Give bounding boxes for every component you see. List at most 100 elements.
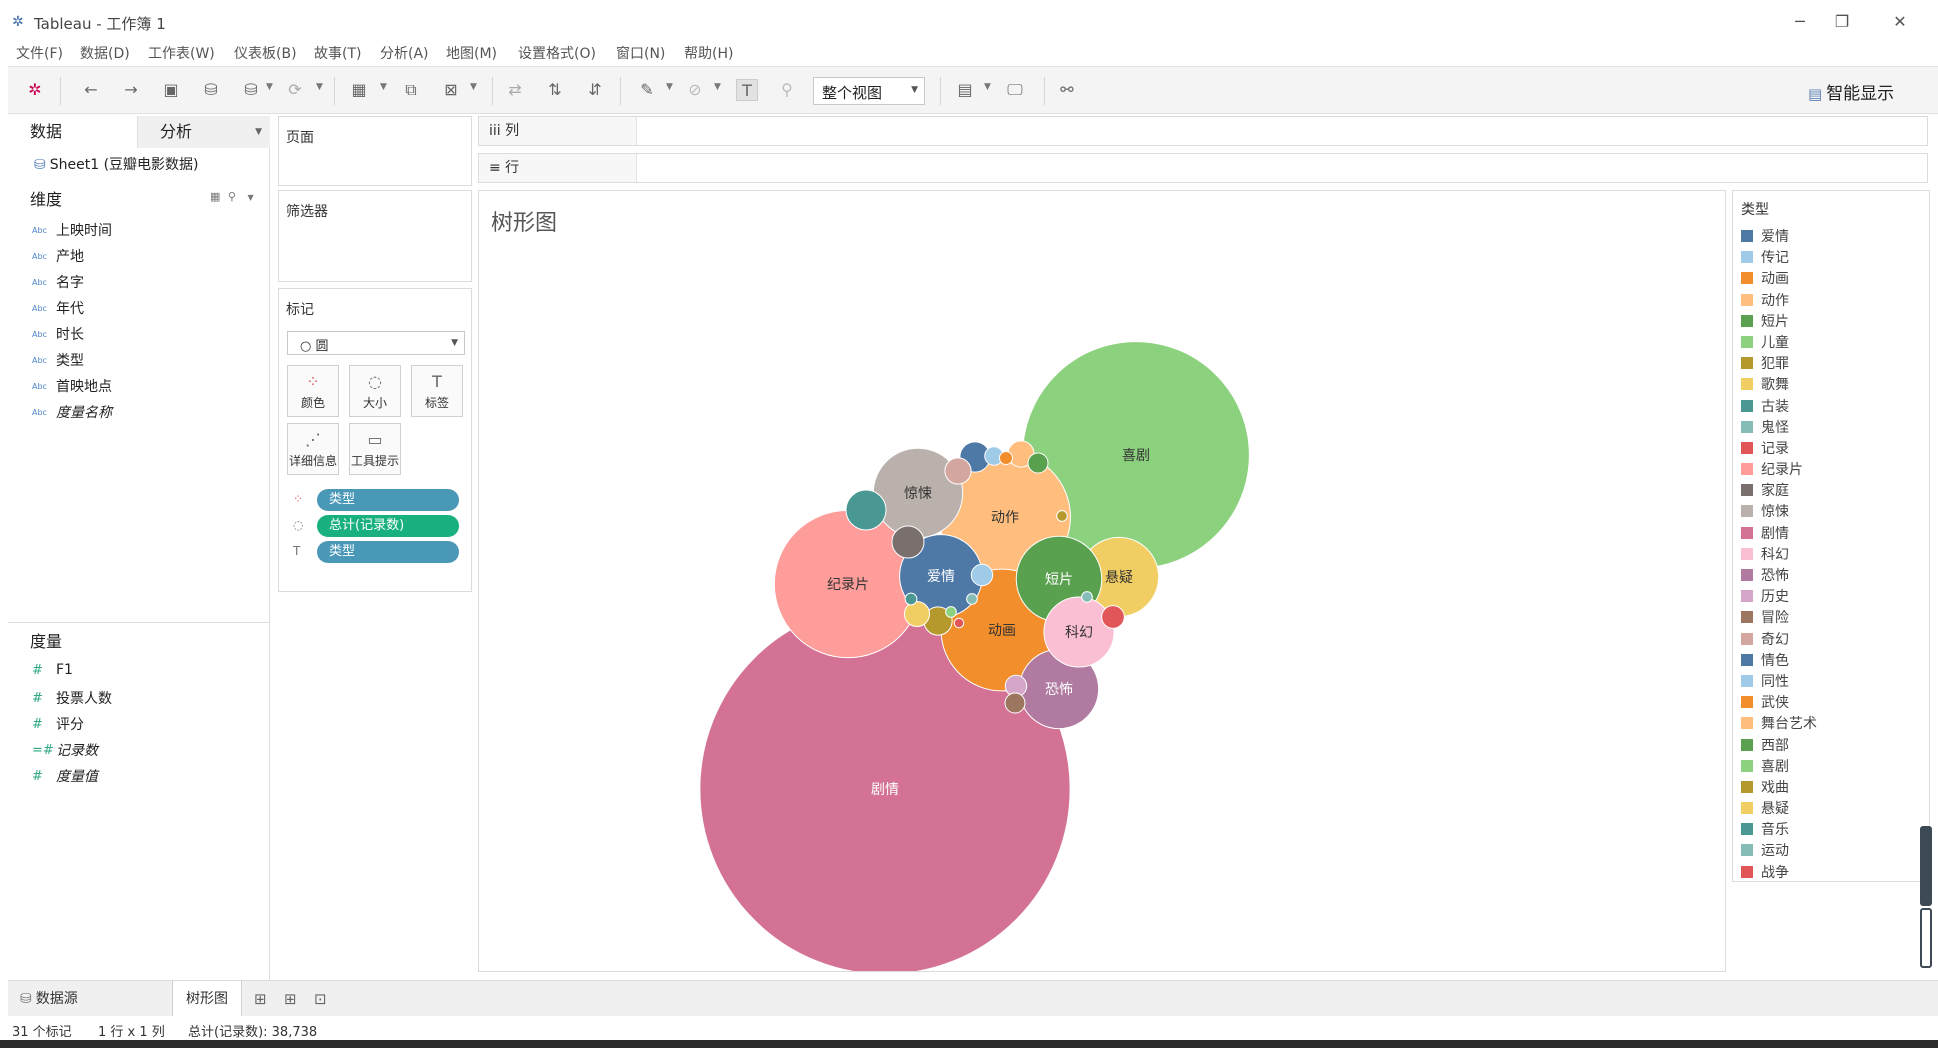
label-pill[interactable]: 类型 (317, 541, 459, 563)
chart-area[interactable]: 树形图 剧情 喜剧 纪录片 动作 动画 惊悚 爱情 恐怖 悬疑 短片 科幻 (478, 190, 1726, 972)
legend-item[interactable]: 歌舞 (1741, 375, 1817, 396)
label-button[interactable]: T 标签 (411, 365, 463, 417)
menu-worksheet[interactable]: 工作表(W) (148, 43, 215, 63)
legend-item[interactable]: 惊悚 (1741, 502, 1817, 523)
show-cards-icon[interactable]: ▤ (954, 79, 976, 101)
legend-item[interactable]: 冒险 (1741, 608, 1817, 629)
mark-type-dropdown[interactable]: ○ 圆 ▼ (287, 331, 465, 355)
menu-window[interactable]: 窗口(N) (616, 43, 665, 63)
bubble-儿童[interactable] (945, 606, 957, 618)
menu-file[interactable]: 文件(F) (16, 43, 63, 63)
fix-axes-icon[interactable]: ⚲ (776, 79, 798, 101)
legend-item[interactable]: 短片 (1741, 312, 1817, 333)
size-button[interactable]: ◌ 大小 (349, 365, 401, 417)
legend-item[interactable]: 科幻 (1741, 545, 1817, 566)
minimize-button[interactable]: ─ (1780, 8, 1820, 36)
bubble-武侠[interactable] (998, 450, 1014, 466)
menu-story[interactable]: 故事(T) (314, 43, 361, 63)
legend-item[interactable]: 犯罪 (1741, 354, 1817, 375)
pages-card[interactable]: 页面 (278, 116, 472, 186)
legend-item[interactable]: 鬼怪 (1741, 418, 1817, 439)
bubble-古装[interactable] (845, 489, 887, 531)
bubble-歌舞[interactable] (903, 600, 931, 628)
menu-dashboard[interactable]: 仪表板(B) (234, 43, 297, 63)
menu-help[interactable]: 帮助(H) (684, 43, 733, 63)
tableau-home-icon[interactable]: ✲ (24, 79, 46, 101)
legend-item[interactable]: 音乐 (1741, 820, 1817, 841)
dimension-field[interactable]: Abc 类型 (32, 350, 84, 370)
bubble-奇幻[interactable] (944, 457, 972, 485)
smart-show-button[interactable]: ▤ 智能显示 (1808, 79, 1894, 104)
legend-item[interactable]: 运动 (1741, 841, 1817, 862)
legend-item[interactable]: 武侠 (1741, 693, 1817, 714)
detail-button[interactable]: ⋰ 详细信息 (287, 423, 339, 475)
new-dashboard-icon[interactable]: ⊞ (284, 990, 297, 1008)
legend-item[interactable]: 恐怖 (1741, 566, 1817, 587)
measure-field[interactable]: # F1 (32, 662, 73, 682)
bubble-chart[interactable]: 剧情 喜剧纪录片 动作动画 惊悚爱情恐怖 悬疑 短片科幻 (479, 191, 1726, 972)
tab-analysis[interactable]: 分析 ▼ (138, 116, 270, 148)
presentation-mode-icon[interactable]: 🖵 (1004, 79, 1026, 101)
menu-map[interactable]: 地图(M) (446, 43, 497, 63)
dimension-field[interactable]: Abc 首映地点 (32, 376, 112, 396)
view-size-select[interactable]: 整个视图 ▼ (813, 77, 925, 105)
save-icon[interactable]: ▣ (160, 79, 182, 101)
swap-rows-columns-icon[interactable]: ⇄ (504, 79, 526, 101)
bubble-冒险[interactable] (1004, 692, 1026, 714)
measure-field[interactable]: # 评分 (32, 714, 84, 734)
sort-descending-icon[interactable]: ⇵ (584, 79, 606, 101)
legend-item[interactable]: 情色 (1741, 651, 1817, 672)
new-datasource-icon[interactable]: ⛁ (200, 79, 222, 101)
legend-item[interactable]: 西部 (1741, 736, 1817, 757)
bubble-运动[interactable] (1081, 591, 1093, 603)
chevron-down-icon[interactable]: ▼ (316, 82, 323, 92)
bubble-同性[interactable] (970, 563, 994, 587)
measure-field[interactable]: # 投票人数 (32, 688, 112, 708)
dimension-field[interactable]: Abc 上映时间 (32, 220, 112, 240)
chevron-down-icon[interactable]: ▼ (470, 82, 477, 92)
dimension-field[interactable]: Abc 年代 (32, 298, 84, 318)
legend-item[interactable]: 悬疑 (1741, 799, 1817, 820)
legend-item[interactable]: 舞台艺术 (1741, 714, 1817, 735)
sort-ascending-icon[interactable]: ⇅ (544, 79, 566, 101)
bubble-战争[interactable] (953, 617, 965, 629)
highlight-icon[interactable]: ✎ (636, 79, 658, 101)
filters-card[interactable]: 筛选器 (278, 190, 472, 282)
legend-item[interactable]: 动作 (1741, 291, 1817, 312)
rows-shelf[interactable]: ≡ 行 (478, 153, 1928, 183)
menu-data[interactable]: 数据(D) (80, 43, 130, 63)
legend-item[interactable]: 爱情 (1741, 227, 1817, 248)
share-icon[interactable]: ⚯ (1056, 79, 1078, 101)
tab-sheet[interactable]: 树形图 (172, 981, 242, 1017)
bubble-家庭[interactable] (891, 525, 925, 559)
chevron-down-icon[interactable]: ▼ (984, 82, 991, 92)
legend-item[interactable]: 儿童 (1741, 333, 1817, 354)
bubble-犯罪[interactable] (1056, 510, 1068, 522)
tab-data[interactable]: 数据 (8, 116, 138, 148)
refresh-icon[interactable]: ⟳ (284, 79, 306, 101)
chevron-down-icon[interactable]: ▼ (266, 82, 273, 92)
color-pill[interactable]: 类型 (317, 489, 459, 511)
view-as-list-icon[interactable]: ▦ (210, 190, 220, 203)
undo-icon[interactable]: ← (80, 79, 102, 101)
duplicate-sheet-icon[interactable]: ⧉ (400, 79, 422, 101)
legend-item[interactable]: 古装 (1741, 397, 1817, 418)
measure-field[interactable]: =# 记录数 (32, 740, 98, 760)
legend-item[interactable]: 动画 (1741, 269, 1817, 290)
chevron-down-icon[interactable]: ▼ (380, 82, 387, 92)
restore-button[interactable]: ❐ (1822, 8, 1862, 36)
legend-item[interactable]: 家庭 (1741, 481, 1817, 502)
menu-analysis[interactable]: 分析(A) (380, 43, 429, 63)
legend-item[interactable]: 喜剧 (1741, 757, 1817, 778)
scrollbar-track[interactable] (1920, 908, 1932, 968)
columns-shelf[interactable]: iii 列 (478, 116, 1928, 146)
bubble-音乐[interactable] (904, 592, 918, 606)
group-icon[interactable]: ⊘ (684, 79, 706, 101)
chevron-down-icon[interactable]: ▼ (714, 82, 721, 92)
legend-item[interactable]: 剧情 (1741, 524, 1817, 545)
legend-item[interactable]: 战争 (1741, 863, 1817, 884)
dimension-field[interactable]: Abc 度量名称 (32, 402, 112, 422)
scrollbar-thumb[interactable] (1920, 826, 1932, 906)
size-pill[interactable]: 总计(记录数) (317, 515, 459, 537)
menu-format[interactable]: 设置格式(O) (518, 43, 596, 63)
